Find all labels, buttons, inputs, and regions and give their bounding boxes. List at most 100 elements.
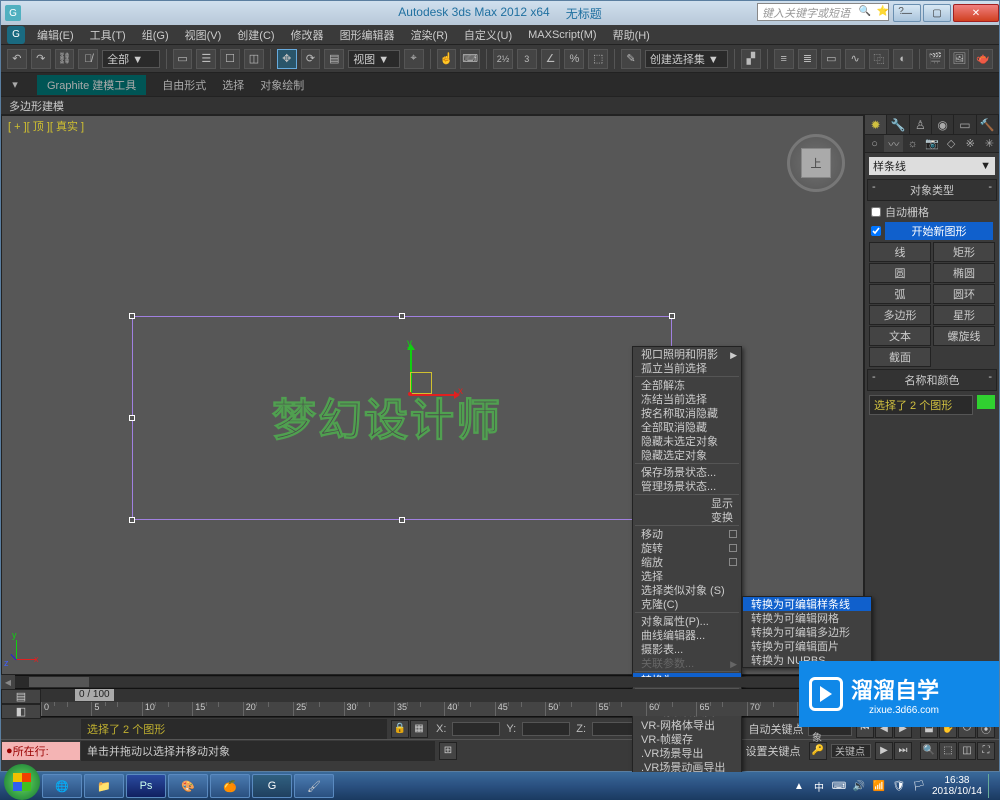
motion-tab-icon[interactable]: ◉: [932, 115, 954, 134]
shape-tool-button[interactable]: 文本: [869, 326, 931, 346]
show-desktop-button[interactable]: [988, 774, 996, 798]
ctx-item[interactable]: 转换为可编辑多边形: [743, 625, 871, 639]
named-selset-dropdown[interactable]: 创建选择集 ▼: [645, 50, 728, 68]
frame-marker[interactable]: 0 / 100: [75, 689, 114, 701]
windows-taskbar[interactable]: 🌐 📁 Ps 🎨 🍊 G 🖌 ▲ 中 ⌨ 🔊 📶 🛡 🏳 16:38 2018/…: [0, 772, 1000, 800]
ctx-item[interactable]: 选择: [633, 569, 741, 583]
mat-editor-button[interactable]: ◐: [893, 49, 913, 69]
refcoord-dropdown[interactable]: 视图 ▼: [348, 50, 400, 68]
taskbar-ps-icon[interactable]: Ps: [126, 774, 166, 798]
menu-customize[interactable]: 自定义(U): [456, 25, 520, 45]
ctx-item[interactable]: 隐藏未选定对象: [633, 434, 741, 448]
ctx-item[interactable]: 移动: [633, 527, 741, 541]
tray-action-icon[interactable]: 🏳: [912, 779, 926, 793]
scroll-left-button[interactable]: ◀: [1, 675, 15, 689]
ribbon-tab-paint[interactable]: 对象绘制: [260, 77, 304, 93]
ctx-item[interactable]: 缩放: [633, 555, 741, 569]
shape-tool-button[interactable]: 弧: [869, 284, 931, 304]
set-key-button[interactable]: 设置关键点: [741, 743, 805, 759]
vp-zoom-button[interactable]: 🔍: [920, 742, 938, 760]
curve-editor-button[interactable]: ∿: [845, 49, 865, 69]
ctx-item[interactable]: 管理场景状态...: [633, 479, 741, 493]
ribbon-tab-freeform[interactable]: 自由形式: [162, 77, 206, 93]
taskbar-3dsmax-icon[interactable]: G: [252, 774, 292, 798]
vp-zoomall-button[interactable]: ⬚: [939, 742, 957, 760]
ctx-item[interactable]: 视口照明和阴影▶: [633, 347, 741, 361]
mirror-button[interactable]: ▞: [741, 49, 761, 69]
layers-button[interactable]: ≣: [798, 49, 818, 69]
app-logo-icon[interactable]: G: [7, 26, 25, 44]
shape-tool-button[interactable]: 椭圆: [933, 263, 995, 283]
hierarchy-tab-icon[interactable]: ♙: [910, 115, 932, 134]
cameras-subtab-icon[interactable]: 📷: [922, 135, 941, 152]
tray-vol-icon[interactable]: 🔊: [852, 779, 866, 793]
ctx-item[interactable]: 孤立当前选择: [633, 361, 741, 375]
helpers-subtab-icon[interactable]: ◇: [942, 135, 961, 152]
menu-group[interactable]: 组(G): [134, 25, 177, 45]
taskbar-app-icon[interactable]: 🎨: [168, 774, 208, 798]
systems-subtab-icon[interactable]: ✳: [980, 135, 999, 152]
taskbar-misc-icon[interactable]: 🍊: [210, 774, 250, 798]
tray-net-icon[interactable]: 📶: [872, 779, 886, 793]
viewcube-top-face[interactable]: 上: [801, 148, 831, 178]
taskbar-explorer-icon[interactable]: 📁: [84, 774, 124, 798]
select-rotate-button[interactable]: ⟳: [301, 49, 321, 69]
select-name-button[interactable]: ☰: [196, 49, 216, 69]
title-bar[interactable]: G Autodesk 3ds Max 2012 x64无标题 键入关键字或短语 …: [1, 1, 999, 25]
convert-to-submenu[interactable]: 转换为可编辑样条线转换为可编辑网格转换为可编辑多边形转换为可编辑面片转换为 NU…: [742, 596, 872, 668]
manip-button[interactable]: ☝: [437, 49, 457, 69]
select-move-button[interactable]: ✥: [277, 49, 297, 69]
play-next-button[interactable]: ▶: [875, 742, 893, 760]
display-tab-icon[interactable]: ▭: [954, 115, 976, 134]
ctx-item[interactable]: 隐藏选定对象: [633, 448, 741, 462]
viewport-top[interactable]: [ + ][ 顶 ][ 真实 ] 梦幻设计师 y x yxz 上: [1, 115, 864, 675]
x-spinner[interactable]: [452, 722, 500, 736]
modify-tab-icon[interactable]: 🔧: [887, 115, 909, 134]
menu-grapheditor[interactable]: 图形编辑器: [332, 25, 403, 45]
object-color-swatch[interactable]: [977, 395, 995, 409]
ribbon-tab-graphite[interactable]: Graphite 建模工具: [37, 75, 146, 95]
help-help-icon[interactable]: ?: [893, 3, 909, 19]
ctx-item[interactable]: 全部解冻: [633, 378, 741, 392]
scroll-handle[interactable]: [29, 677, 89, 687]
selection-filter-dropdown[interactable]: 全部 ▼: [102, 50, 159, 68]
taskbar-clock[interactable]: 16:38 2018/10/14: [932, 775, 982, 797]
help-star-icon[interactable]: ⭐: [875, 3, 891, 19]
shapes-subtab-icon[interactable]: 〰: [884, 135, 903, 152]
ribbon-tab-select[interactable]: 选择: [222, 77, 244, 93]
percent-snap-button[interactable]: %: [564, 49, 584, 69]
keymode-button[interactable]: ⌨: [460, 49, 480, 69]
ctx-item[interactable]: .VR场景导出: [633, 746, 741, 760]
ctx-item[interactable]: 转换为可编辑样条线: [743, 597, 871, 611]
shape-tool-button[interactable]: 线: [869, 242, 931, 262]
render-setup-button[interactable]: 🎬: [926, 49, 946, 69]
space-subtab-icon[interactable]: ※: [961, 135, 980, 152]
render-button[interactable]: 🫖: [973, 49, 993, 69]
ctx-item[interactable]: 关联参数...▶: [633, 656, 741, 670]
menu-maxscript[interactable]: MAXScript(M): [520, 27, 604, 43]
shape-tool-button[interactable]: 星形: [933, 305, 995, 325]
window-maximize-button[interactable]: ▢: [923, 4, 951, 22]
ctx-item[interactable]: VR-网格体导出: [633, 718, 741, 732]
geometry-subtab-icon[interactable]: ○: [865, 135, 884, 152]
angle-snap-button[interactable]: ∠: [541, 49, 561, 69]
start-button[interactable]: [4, 764, 40, 800]
shape-tool-button[interactable]: 圆环: [933, 284, 995, 304]
select-object-button[interactable]: ▭: [173, 49, 193, 69]
vp-zoomext-button[interactable]: ◫: [958, 742, 976, 760]
viewport-label[interactable]: [ + ][ 顶 ][ 真实 ]: [8, 118, 84, 134]
spinner-snap-button[interactable]: ⬚: [588, 49, 608, 69]
ctx-item[interactable]: 选择类似对象 (S): [633, 583, 741, 597]
rollout-object-type[interactable]: 对象类型: [867, 179, 997, 201]
shape-tool-button[interactable]: 矩形: [933, 242, 995, 262]
schematic-button[interactable]: ⿻: [869, 49, 889, 69]
help-search-go-icon[interactable]: 🔍: [857, 3, 873, 19]
menu-tools[interactable]: 工具(T): [82, 25, 134, 45]
ctx-item[interactable]: 对象属性(P)...: [633, 614, 741, 628]
trackbar-toggle-a[interactable]: ▤: [1, 689, 41, 704]
tray-shield-icon[interactable]: 🛡: [892, 779, 906, 793]
shape-tool-button[interactable]: 螺旋线: [933, 326, 995, 346]
ctx-item[interactable]: 按名称取消隐藏: [633, 406, 741, 420]
menu-edit[interactable]: 编辑(E): [29, 25, 82, 45]
window-crossing-button[interactable]: ◫: [244, 49, 264, 69]
